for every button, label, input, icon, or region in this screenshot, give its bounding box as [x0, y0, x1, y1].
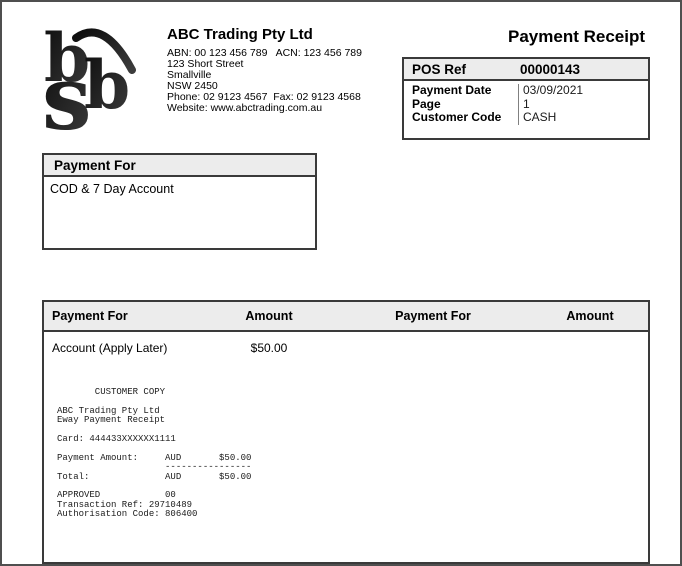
- customer-code-label: Customer Code: [412, 111, 518, 125]
- header-payment-for-1: Payment For: [44, 309, 204, 323]
- page-value: 1: [523, 98, 583, 112]
- company-name: ABC Trading Pty Ltd: [167, 26, 362, 43]
- payment-for-box-content: COD & 7 Day Account: [44, 177, 315, 201]
- row-payment-for-1: Account (Apply Later): [44, 341, 204, 355]
- pos-ref-number: 00000143: [520, 62, 580, 77]
- document-title: Payment Receipt: [508, 27, 645, 47]
- page-label: Page: [412, 98, 518, 112]
- pos-ref-details: Payment Date Page Customer Code 03/09/20…: [404, 81, 648, 125]
- company-logo: b b s: [42, 24, 147, 136]
- eftpos-customer-copy-text: CUSTOMER COPY ABC Trading Pty Ltd Eway P…: [57, 388, 251, 520]
- payment-date-label: Payment Date: [412, 84, 518, 98]
- pos-ref-detail-values: 03/09/2021 1 CASH: [518, 84, 583, 125]
- table-row: Account (Apply Later) $50.00: [44, 341, 648, 355]
- pos-ref-label: POS Ref: [412, 62, 466, 77]
- payment-table: Payment For Amount Payment For Amount Ac…: [42, 300, 650, 564]
- pos-ref-header: POS Ref 00000143: [404, 59, 648, 81]
- header-amount-1: Amount: [204, 309, 334, 323]
- row-payment-for-2: [334, 341, 532, 355]
- customer-code-value: CASH: [523, 111, 583, 125]
- pos-ref-detail-labels: Payment Date Page Customer Code: [412, 84, 518, 125]
- payment-date-value: 03/09/2021: [523, 84, 583, 98]
- company-info: ABC Trading Pty Ltd ABN: 00 123 456 789 …: [167, 26, 362, 114]
- header-amount-2: Amount: [532, 309, 648, 323]
- row-amount-1: $50.00: [204, 341, 334, 355]
- pos-ref-box: POS Ref 00000143 Payment Date Page Custo…: [402, 57, 650, 140]
- payment-for-box-title: Payment For: [54, 158, 136, 173]
- company-website: Website: www.abctrading.com.au: [167, 103, 362, 114]
- logo-letter-s: s: [42, 46, 92, 136]
- company-logo-graphic: b b s: [42, 24, 147, 136]
- receipt-page: b b s ABC Trading Pty Ltd ABN: 00 123 45…: [0, 0, 682, 566]
- payment-table-header: Payment For Amount Payment For Amount: [44, 302, 648, 332]
- header-payment-for-2: Payment For: [334, 309, 532, 323]
- row-amount-2: [532, 341, 648, 355]
- payment-for-box: Payment For COD & 7 Day Account: [42, 153, 317, 250]
- payment-for-box-header: Payment For: [44, 155, 315, 177]
